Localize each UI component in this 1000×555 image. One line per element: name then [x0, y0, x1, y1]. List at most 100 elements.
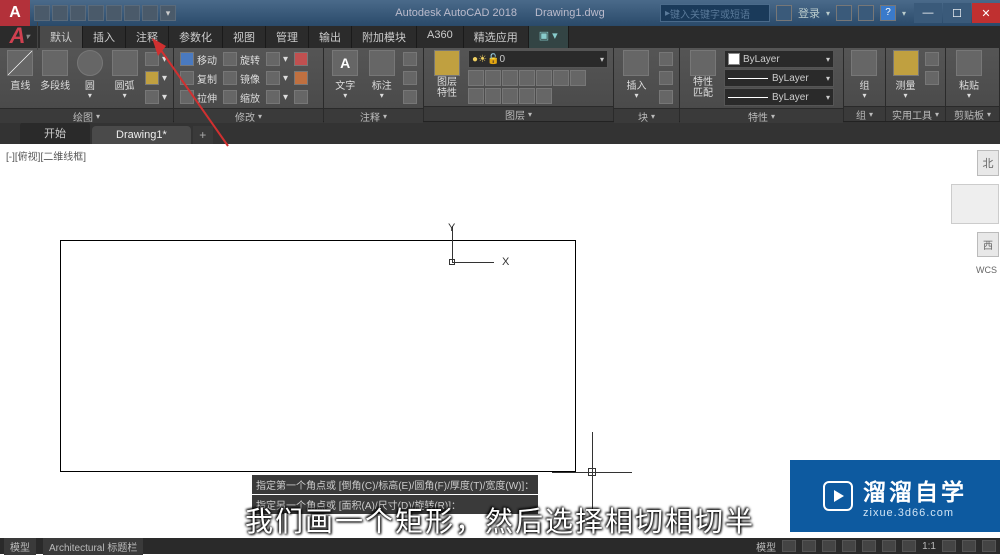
osnap-toggle-icon[interactable] — [862, 540, 876, 552]
tab-add-button[interactable]: + — [193, 126, 213, 144]
help-icon[interactable]: ? — [880, 5, 896, 21]
grid-toggle-icon[interactable] — [782, 540, 796, 552]
search-box[interactable]: ▸ 键入关键字或短语 — [660, 4, 770, 22]
color-dropdown[interactable]: ByLayer — [724, 50, 834, 68]
qat-undo-icon[interactable] — [124, 5, 140, 21]
qat-new-icon[interactable] — [34, 5, 50, 21]
maximize-button[interactable]: ☐ — [943, 3, 971, 23]
layer-tool-1[interactable] — [468, 70, 484, 86]
polar-toggle-icon[interactable] — [842, 540, 856, 552]
layout-arch[interactable]: Architectural 标题栏 — [43, 538, 143, 555]
offset-button[interactable] — [292, 88, 310, 106]
mtext-button[interactable] — [401, 88, 419, 106]
qat-open-icon[interactable] — [52, 5, 68, 21]
close-button[interactable]: ✕ — [972, 3, 1000, 23]
hatch-button[interactable]: ▾ — [143, 69, 169, 87]
calc-button[interactable] — [923, 50, 941, 68]
arc-button[interactable]: 圆弧▾ — [108, 50, 141, 100]
lw-toggle-icon[interactable] — [902, 540, 916, 552]
viewport-label[interactable]: [-][俯视][二维线框] — [6, 148, 86, 163]
exchange-icon[interactable] — [836, 5, 852, 21]
linetype-dropdown[interactable]: ByLayer — [724, 88, 834, 106]
viewcube[interactable] — [951, 184, 999, 224]
tab-default[interactable]: 默认 — [40, 26, 83, 48]
layer-tool-7[interactable] — [570, 70, 586, 86]
circle-button[interactable]: 圆▾ — [73, 50, 106, 100]
scale-label[interactable]: 1:1 — [922, 541, 936, 552]
tab-featured[interactable]: 精选应用 — [464, 26, 529, 48]
mirror-button[interactable]: 镜像 — [221, 69, 262, 87]
rect-button[interactable]: ▾ — [143, 50, 169, 68]
copy-button[interactable]: 复制 — [178, 69, 219, 87]
layout-model[interactable]: 模型 — [4, 538, 36, 555]
status-model[interactable]: 模型 — [756, 539, 776, 554]
tab-a360[interactable]: A360 — [417, 26, 464, 48]
stretch-button[interactable]: 拉伸 — [178, 88, 219, 106]
layer-tool-9[interactable] — [485, 88, 501, 104]
anno-toggle-icon[interactable] — [942, 540, 956, 552]
qat-saveas-icon[interactable] — [88, 5, 104, 21]
tab-output[interactable]: 输出 — [309, 26, 352, 48]
layer-dropdown[interactable]: ● ☀ 🔓 0 — [468, 50, 608, 68]
nav-north[interactable]: 北 — [977, 150, 999, 176]
wcs-label[interactable]: WCS — [976, 265, 999, 275]
tab-parametric[interactable]: 参数化 — [169, 26, 223, 48]
rotate-button[interactable]: 旋转 — [221, 50, 262, 68]
ellipse-button[interactable]: ▾ — [143, 88, 169, 106]
table-button[interactable] — [401, 69, 419, 87]
nav-west[interactable]: 西 — [977, 232, 999, 257]
move-button[interactable]: 移动 — [178, 50, 219, 68]
tab-insert[interactable]: 插入 — [83, 26, 126, 48]
tab-drawing1[interactable]: Drawing1* — [92, 126, 191, 144]
create-block-button[interactable] — [657, 50, 675, 68]
polyline-button[interactable]: 多段线 — [39, 50, 72, 92]
tab-annotate[interactable]: 注释 — [126, 26, 169, 48]
select-button[interactable] — [923, 69, 941, 87]
lineweight-dropdown[interactable]: ByLayer — [724, 69, 834, 87]
layer-tool-11[interactable] — [519, 88, 535, 104]
workspace-icon[interactable] — [962, 540, 976, 552]
snap-toggle-icon[interactable] — [802, 540, 816, 552]
dim-button[interactable]: 标注▾ — [364, 50, 399, 100]
measure-button[interactable]: 测量▾ — [890, 50, 921, 100]
signin-icon[interactable] — [776, 5, 792, 21]
layer-tool-10[interactable] — [502, 88, 518, 104]
group-button[interactable]: 组▾ — [848, 50, 881, 100]
text-button[interactable]: A文字▾ — [328, 50, 363, 100]
layer-tool-4[interactable] — [519, 70, 535, 86]
tab-start[interactable]: 开始 — [20, 122, 90, 144]
line-button[interactable]: 直线 — [4, 50, 37, 92]
custom-icon[interactable] — [982, 540, 996, 552]
ortho-toggle-icon[interactable] — [822, 540, 836, 552]
insert-button[interactable]: 插入▾ — [618, 50, 655, 100]
array-button[interactable]: ▾ — [264, 88, 290, 106]
tab-manage[interactable]: 管理 — [266, 26, 309, 48]
layer-tool-8[interactable] — [468, 88, 484, 104]
drawn-rectangle[interactable] — [60, 240, 576, 472]
edit-block-button[interactable] — [657, 69, 675, 87]
fillet-button[interactable]: ▾ — [264, 69, 290, 87]
cart-icon[interactable] — [858, 5, 874, 21]
matchprop-button[interactable]: 特性 匹配 — [684, 50, 722, 99]
app-menu-button[interactable]: A▾ — [2, 22, 38, 50]
tab-extra[interactable]: ▣ ▾ — [529, 26, 569, 48]
qat-more-icon[interactable]: ▾ — [160, 5, 176, 21]
signin-label[interactable]: 登录 — [798, 5, 820, 21]
trim-button[interactable]: ▾ — [264, 50, 290, 68]
layer-props-button[interactable]: 图层 特性 — [428, 50, 466, 99]
tab-view[interactable]: 视图 — [223, 26, 266, 48]
layer-tool-12[interactable] — [536, 88, 552, 104]
paste-button[interactable]: 粘贴▾ — [950, 50, 988, 100]
qat-plot-icon[interactable] — [106, 5, 122, 21]
dyn-toggle-icon[interactable] — [882, 540, 896, 552]
qat-redo-icon[interactable] — [142, 5, 158, 21]
layer-tool-5[interactable] — [536, 70, 552, 86]
minimize-button[interactable]: — — [914, 3, 942, 23]
explode-button[interactable] — [292, 69, 310, 87]
layer-tool-3[interactable] — [502, 70, 518, 86]
layer-tool-6[interactable] — [553, 70, 569, 86]
erase-button[interactable] — [292, 50, 310, 68]
qat-save-icon[interactable] — [70, 5, 86, 21]
layer-tool-2[interactable] — [485, 70, 501, 86]
leader-button[interactable] — [401, 50, 419, 68]
